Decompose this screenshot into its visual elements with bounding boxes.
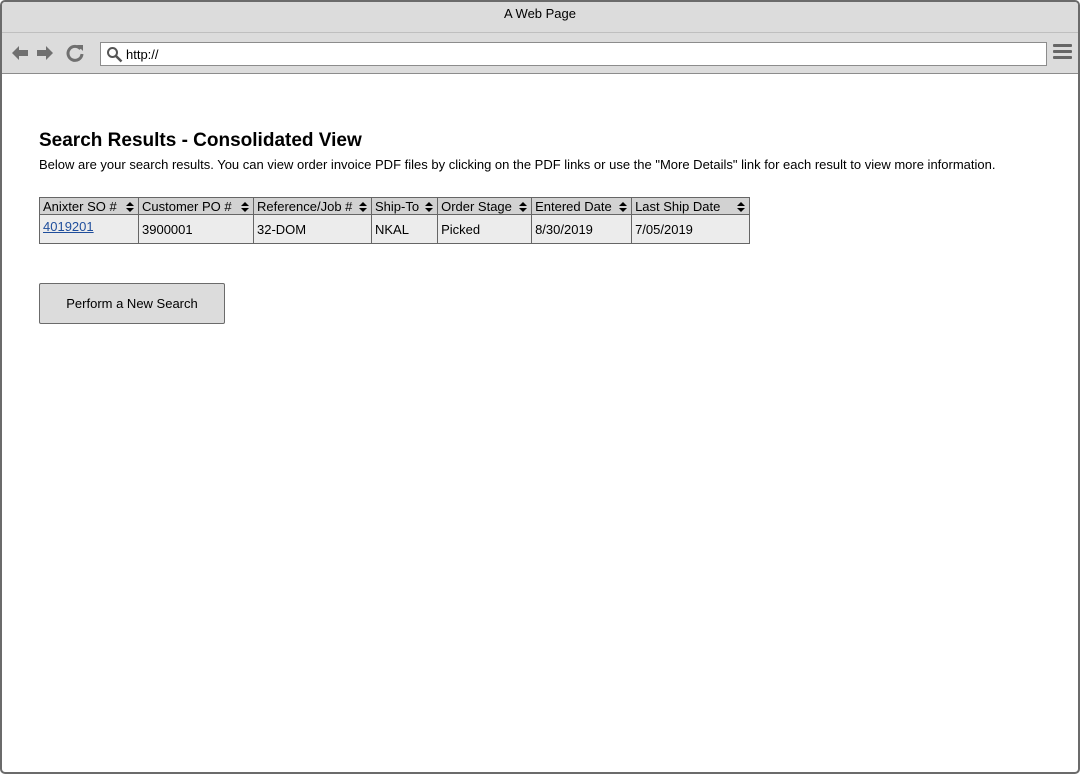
column-header-label: Reference/Job #	[257, 198, 353, 214]
table-header-row: Anixter SO # Customer PO # Reference/Job…	[39, 197, 751, 215]
column-header-order-stage[interactable]: Order Stage	[437, 197, 533, 215]
sort-icon[interactable]	[241, 202, 249, 212]
column-header-label: Anixter SO #	[43, 198, 117, 214]
column-header-label: Order Stage	[441, 198, 512, 214]
sort-icon[interactable]	[359, 202, 367, 212]
hamburger-menu-icon[interactable]	[1053, 44, 1072, 62]
back-arrow-icon[interactable]	[10, 43, 30, 63]
address-bar[interactable]	[100, 42, 1047, 66]
cell-reference-job: 32-DOM	[253, 214, 372, 244]
column-header-label: Customer PO #	[142, 198, 232, 214]
cell-customer-po: 3900001	[138, 214, 254, 244]
cell-anixter-so: 4019201	[39, 214, 139, 244]
column-header-label: Entered Date	[535, 198, 612, 214]
page-description: Below are your search results. You can v…	[39, 157, 996, 172]
results-table: Anixter SO # Customer PO # Reference/Job…	[39, 197, 751, 244]
table-row: 4019201 3900001 32-DOM NKAL Picked 8/30/…	[39, 214, 751, 244]
column-header-customer-po[interactable]: Customer PO #	[138, 197, 254, 215]
column-header-label: Last Ship Date	[635, 198, 721, 214]
column-header-entered-date[interactable]: Entered Date	[531, 197, 633, 215]
window-title: A Web Page	[2, 2, 1078, 33]
column-header-reference-job[interactable]: Reference/Job #	[253, 197, 372, 215]
forward-arrow-icon[interactable]	[35, 43, 55, 63]
cell-ship-to: NKAL	[370, 214, 439, 244]
column-header-last-ship-date[interactable]: Last Ship Date	[631, 197, 751, 215]
cell-entered-date: 8/30/2019	[531, 214, 633, 244]
new-search-button[interactable]: Perform a New Search	[39, 283, 225, 324]
search-icon	[107, 47, 123, 63]
page-title: Search Results - Consolidated View	[39, 130, 362, 151]
reload-icon[interactable]	[65, 43, 85, 63]
browser-toolbar	[2, 33, 1078, 74]
sort-icon[interactable]	[425, 202, 434, 212]
sort-icon[interactable]	[619, 202, 628, 212]
sort-icon[interactable]	[519, 202, 528, 212]
sort-icon[interactable]	[126, 202, 134, 212]
browser-window: A Web Page Search Results - Consolidated	[0, 0, 1080, 774]
column-header-label: Ship-To	[375, 198, 420, 214]
cell-last-ship-date: 7/05/2019	[631, 214, 751, 244]
cell-order-stage: Picked	[437, 214, 533, 244]
sort-icon[interactable]	[737, 202, 746, 212]
url-input[interactable]	[126, 45, 1026, 63]
order-number-link[interactable]: 4019201	[43, 219, 94, 234]
column-header-ship-to[interactable]: Ship-To	[370, 197, 439, 215]
column-header-anixter-so[interactable]: Anixter SO #	[39, 197, 139, 215]
